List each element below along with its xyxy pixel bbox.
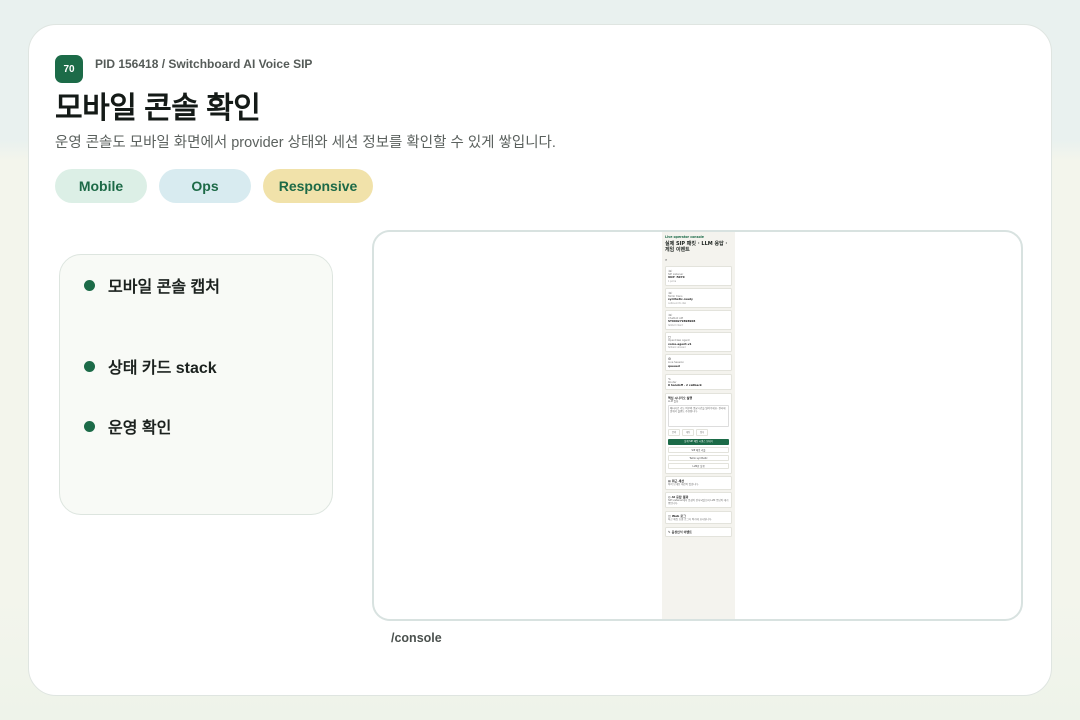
scenario-utterance-input[interactable]: 배터리로 가능 여부와 평균시간을 알려주세요. 결과에 맞춰서 플랜도 추천합… [668, 404, 729, 427]
checklist-item-label: 운영 확인 [108, 420, 172, 437]
scenario-chip[interactable]: 재팅 [682, 428, 695, 436]
project-id-label: PID 156418 / Switchboard AI Voice SIP [95, 57, 313, 71]
tag-responsive: Responsive [263, 169, 373, 203]
console-section-card: ◎ AI 응답 결과 SIP Listener에서 음성이 전사되었으며 LLM … [665, 492, 732, 509]
bullet-dot-icon [84, 279, 95, 291]
scenario-card: 핵심 시나리오 실행 LLM 발화 배터리로 가능 여부와 평균시간을 알려주세… [665, 392, 732, 474]
status-card: ⚙ Live Session queued [665, 354, 732, 372]
scenario-utterance-text: 배터리로 가능 여부와 평균시간을 알려주세요. 결과에 맞춰서 플랜도 추천합… [670, 406, 726, 414]
mobile-screenshot-frame: Live operator console 실제 SIP 패킷 · LLM 응답… [372, 230, 1023, 621]
status-card-stack: ☏ SIP Listener UDP :5070 1 pcma ☏ Twilio tran… [665, 266, 732, 391]
scenario-subtitle: LLM 발화 [668, 399, 679, 403]
tag-list: Mobile Ops Responsive [55, 169, 373, 203]
page-number-badge: 70 [55, 55, 83, 83]
status-card: ◻ OpenClaw Agent voice-agent-v1 fallback al… [665, 332, 732, 352]
scenario-chip-row: 문의 재팅 정지 [668, 428, 729, 436]
page-title: 모바일 콘솔 확인 [55, 92, 261, 125]
status-card-value: 0 handoff · 2 callback [668, 382, 702, 387]
console-section-card: ◫ Web 로그 최근 패킷 흐름 로그가 여기에 표시됩니다. [665, 510, 732, 525]
status-card-note: fallback allowed [668, 345, 686, 349]
status-card-value: queued [668, 363, 680, 368]
scenario-chip[interactable]: 문의 [668, 428, 681, 436]
status-card: ☏ SIP Listener UDP :5070 1 pcma [665, 266, 732, 286]
status-card-note: talkbot intent [668, 323, 683, 327]
checklist-panel: 모바일 콘솔 캡처 상태 카드 stack 운영 확인 [59, 254, 333, 515]
console-section-text: 아직 보내진 세션이 없습니다. [668, 483, 699, 487]
section-title-text: 음성인식 이벤트 [671, 529, 692, 534]
console-top-label: Live operator console [665, 235, 704, 239]
section-icon: ✎ [668, 529, 671, 534]
search-icon[interactable]: ⌕ [665, 257, 732, 262]
tag-mobile: Mobile [55, 169, 147, 203]
twilio-synthetic-button[interactable]: Twilio synthetic [668, 454, 729, 461]
tag-ops: Ops [159, 169, 251, 203]
console-title: 실제 SIP 패킷 · LLM 응답 · 게임 이벤트 [665, 241, 728, 253]
status-card: ☏ Twilio trans synthetic-ready outbound to … [665, 288, 732, 308]
bullet-dot-icon [84, 360, 95, 372]
checklist-item-label: 모바일 콘솔 캡처 [108, 279, 220, 296]
console-sections: ▤ 최근 세션 아직 보내진 세션이 없습니다. ◎ AI 응답 결과 SIP Lis… [665, 476, 732, 537]
send-sip-sequence-button[interactable]: 실제 SIP 패킷 시퀀스 보내기 [668, 438, 729, 445]
status-card: ☏ Chatbot API ST000279898908 talkbot intent [665, 310, 732, 330]
mobile-console-screenshot: Live operator console 실제 SIP 패킷 · LLM 응답… [662, 232, 735, 619]
console-section-card: ▤ 최근 세션 아직 보내진 세션이 없습니다. [665, 476, 732, 490]
status-card-note: outbound to dial [668, 301, 687, 305]
checklist-item: 운영 확인 [84, 395, 308, 457]
status-card-note: 1 pcma [668, 279, 677, 283]
checklist-item: 상태 카드 stack [84, 335, 308, 397]
console-section-card: ✎ 음성인식 이벤트 [665, 526, 732, 537]
checklist-item: 모바일 콘솔 캡처 [84, 275, 308, 296]
route-caption: /console [391, 631, 442, 645]
status-card: ∿ Router 0 handoff · 2 callback [665, 373, 732, 391]
slide-card: 70 PID 156418 / Switchboard AI Voice SIP… [28, 24, 1052, 696]
sip-replay-button[interactable]: SIP 패킷 리플 [668, 446, 729, 453]
scenario-chip[interactable]: 정지 [696, 428, 709, 436]
llm-only-button[interactable]: LLM만 실행 [668, 462, 729, 469]
console-section-text: SIP Listener에서 음성이 전사되었으며 LLM 응답이 대기 중입니… [668, 499, 729, 506]
page-subtitle: 운영 콘솔도 모바일 화면에서 provider 상태와 세션 정보를 확인할 … [55, 135, 556, 151]
bullet-dot-icon [84, 420, 95, 432]
console-section-title: ✎ 음성인식 이벤트 [668, 530, 729, 534]
console-section-text: 최근 패킷 흐름 로그가 여기에 표시됩니다. [668, 517, 712, 521]
checklist-item-label: 상태 카드 stack [108, 360, 217, 377]
